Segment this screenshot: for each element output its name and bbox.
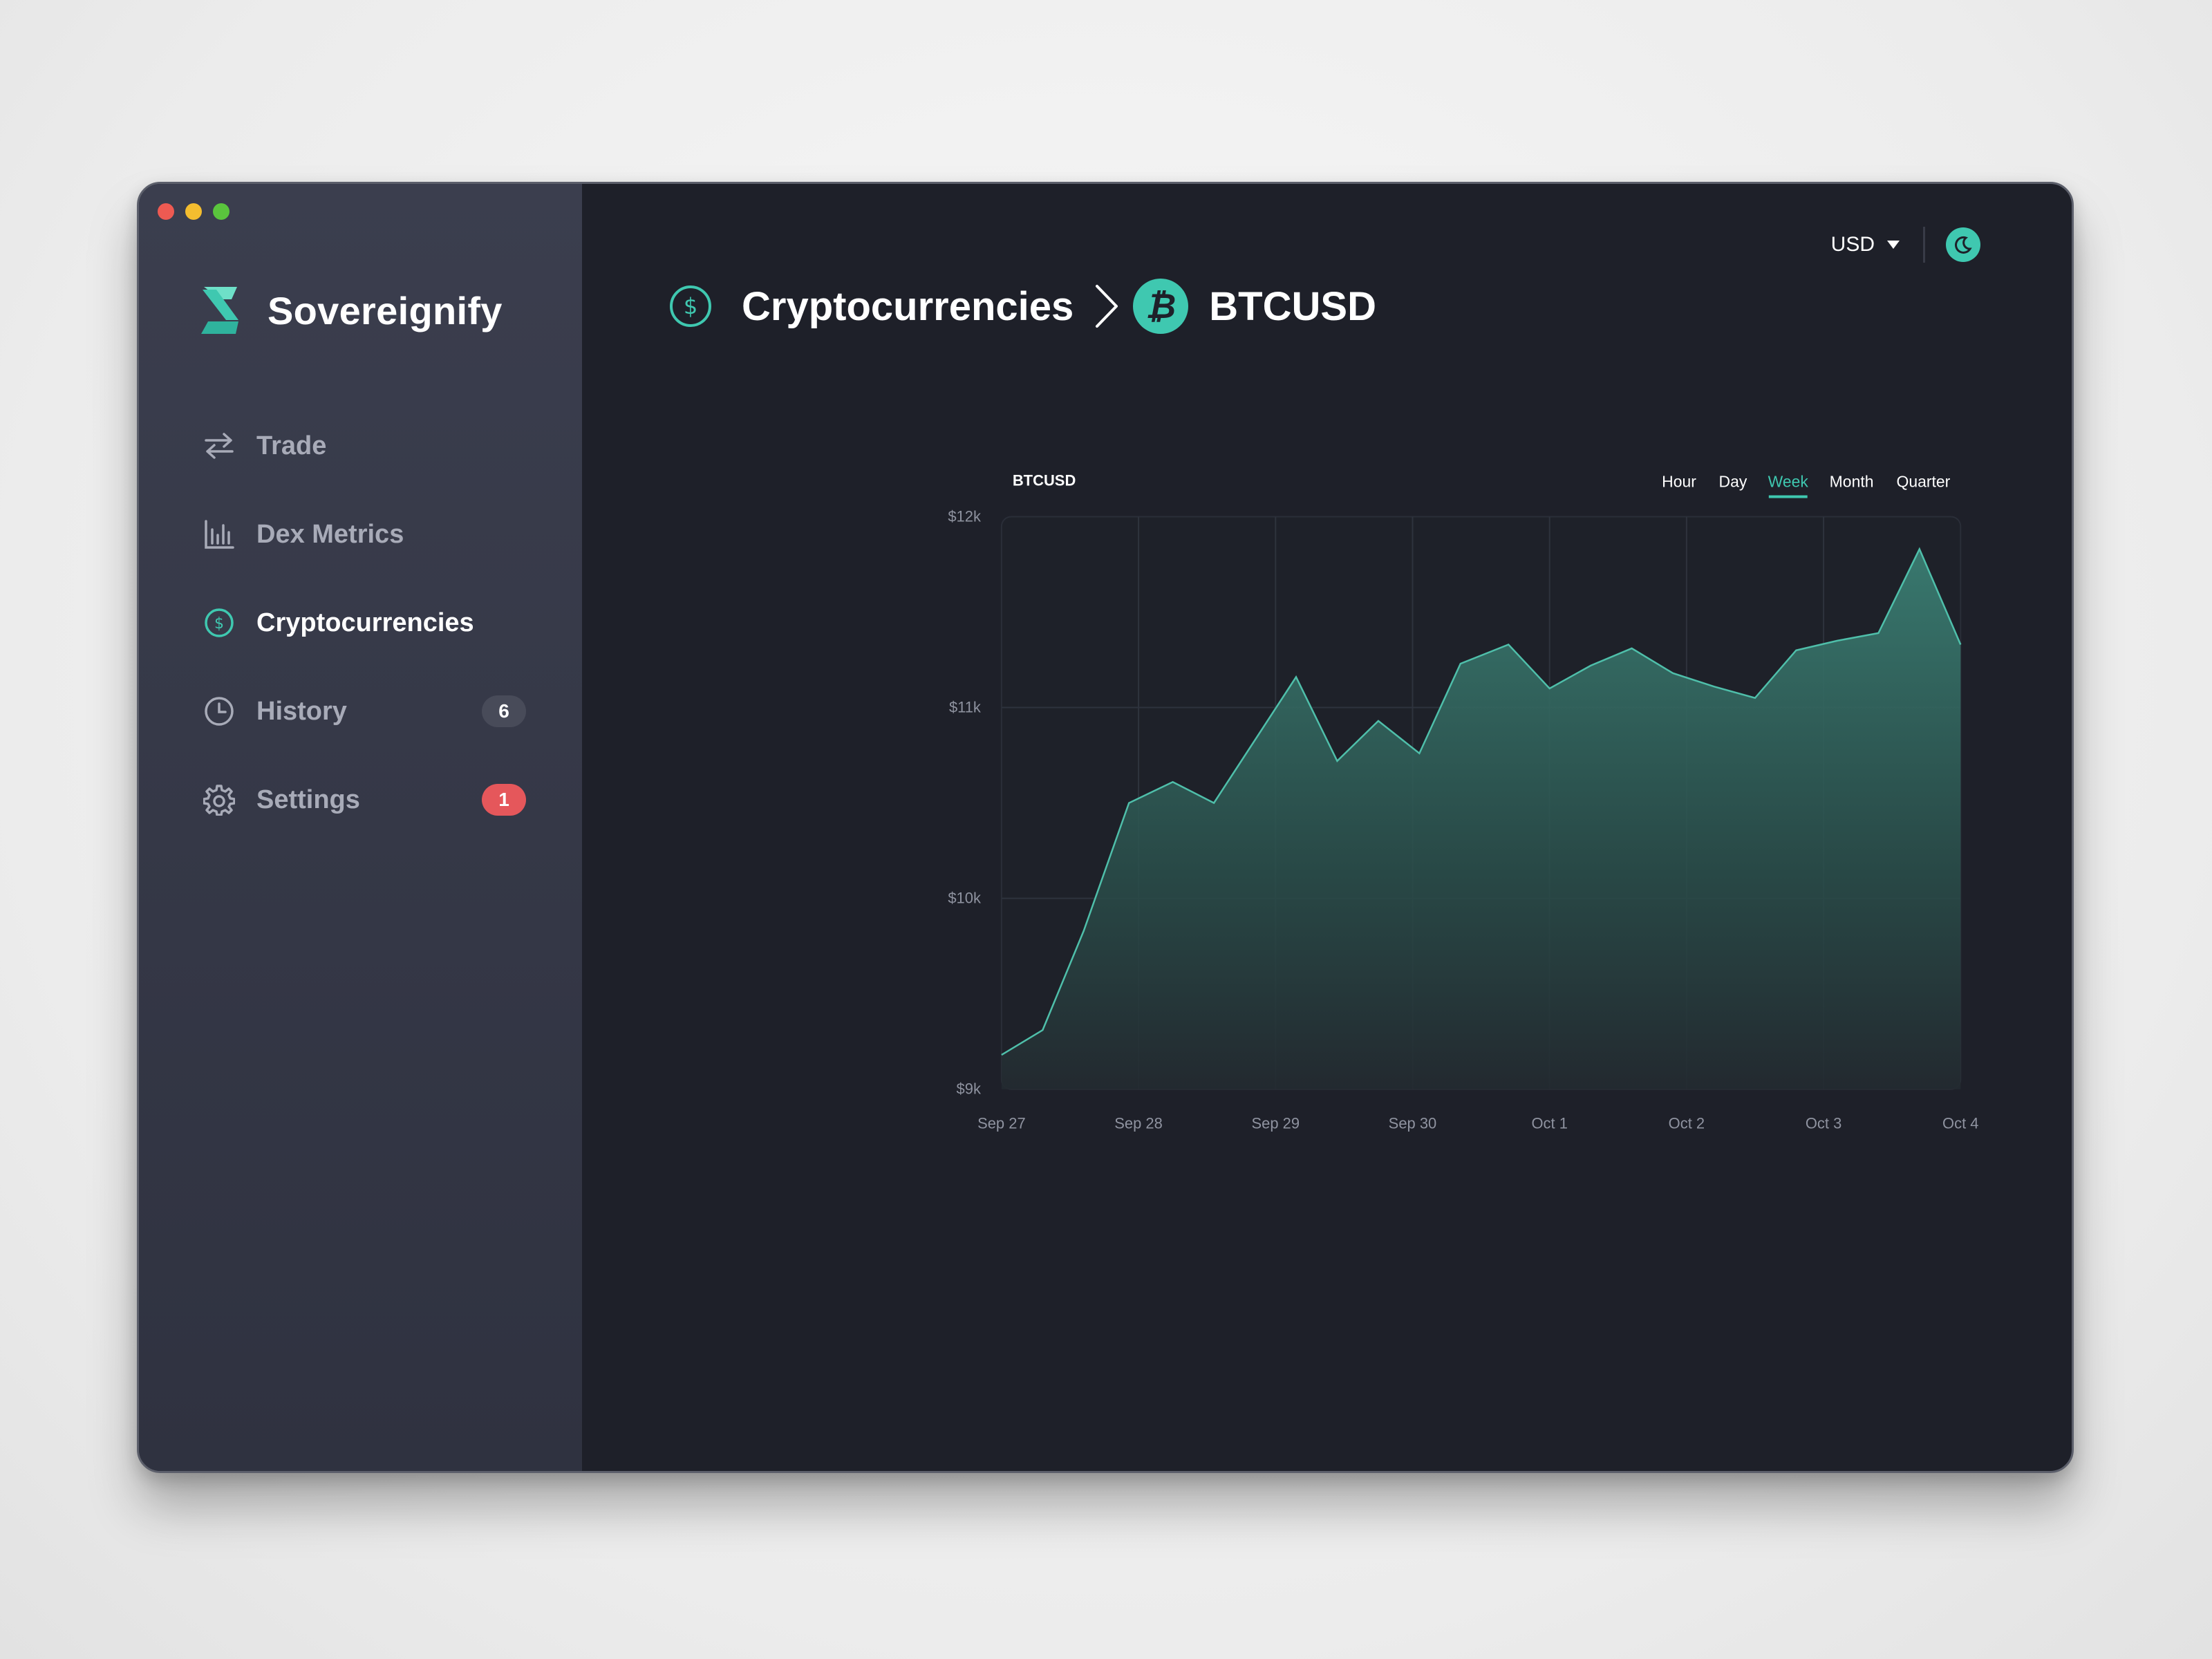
window-controls [158, 203, 229, 220]
history-count-badge: 6 [482, 695, 526, 727]
x-tick-label: Oct 4 [1942, 1115, 1978, 1132]
sidebar-item-label: Trade [256, 431, 327, 460]
sidebar-item-settings[interactable]: Settings 1 [203, 756, 526, 844]
app-window: Sovereignify Trade Dex Metrics $ Cryptoc… [137, 182, 2074, 1473]
price-chart: $12k $11k $10k $9k Sep 27 Sep 28 Sep 29 Sep 30… [948, 472, 1978, 1132]
sidebar-item-label: Cryptocurrencies [256, 608, 474, 637]
x-tick-label: Oct 3 [1806, 1115, 1841, 1132]
arrows-swap-icon [203, 429, 236, 462]
brand-name: Sovereignify [268, 288, 503, 332]
maximize-window-button[interactable] [213, 203, 229, 220]
x-tick-label: Sep 30 [1389, 1115, 1437, 1132]
dollar-circle-icon: $ [203, 606, 236, 639]
brand-logo-icon [201, 287, 238, 334]
main-content: USD $ Cryptocurrencies ₿ BTCUSD $12k $11… [582, 184, 2072, 1471]
x-tick-label: Sep 28 [1114, 1115, 1163, 1132]
timeframe-month-button[interactable]: Month [1830, 473, 1874, 491]
sidebar-item-trade[interactable]: Trade [203, 402, 521, 490]
sidebar-item-cryptocurrencies[interactable]: $ Cryptocurrencies [203, 579, 521, 667]
timeframe-hour-button[interactable]: Hour [1662, 473, 1696, 491]
chart-title: BTCUSD [1013, 472, 1076, 489]
clock-icon [203, 695, 236, 728]
gear-icon [203, 783, 236, 816]
bar-chart-icon [203, 518, 236, 551]
timeframe-quarter-button[interactable]: Quarter [1896, 473, 1950, 491]
minimize-window-button[interactable] [185, 203, 202, 220]
timeframe-day-button[interactable]: Day [1718, 473, 1747, 491]
x-tick-label: Oct 1 [1531, 1115, 1567, 1132]
sidebar-item-label: Dex Metrics [256, 519, 404, 549]
settings-alert-badge: 1 [482, 784, 526, 816]
sidebar-item-dex-metrics[interactable]: Dex Metrics [203, 490, 521, 579]
sidebar-item-history[interactable]: History 6 [203, 667, 526, 756]
sidebar-item-label: History [256, 696, 347, 726]
timeframe-week-button[interactable]: Week [1768, 473, 1809, 491]
svg-text:$: $ [214, 615, 224, 632]
close-window-button[interactable] [158, 203, 174, 220]
sidebar: Sovereignify Trade Dex Metrics $ Cryptoc… [139, 184, 582, 1471]
y-tick-label: $9k [957, 1080, 981, 1098]
sidebar-nav: Trade Dex Metrics $ Cryptocurrencies His… [203, 402, 526, 844]
x-tick-label: Oct 2 [1669, 1115, 1705, 1132]
brand[interactable]: Sovereignify [196, 285, 503, 335]
y-tick-label: $11k [949, 699, 981, 716]
y-tick-label: $10k [948, 890, 981, 907]
y-tick-label: $12k [948, 507, 981, 525]
x-tick-label: Sep 29 [1251, 1115, 1300, 1132]
active-timeframe-underline [1768, 495, 1808, 498]
sidebar-item-label: Settings [256, 785, 360, 814]
x-tick-label: Sep 27 [977, 1115, 1026, 1132]
